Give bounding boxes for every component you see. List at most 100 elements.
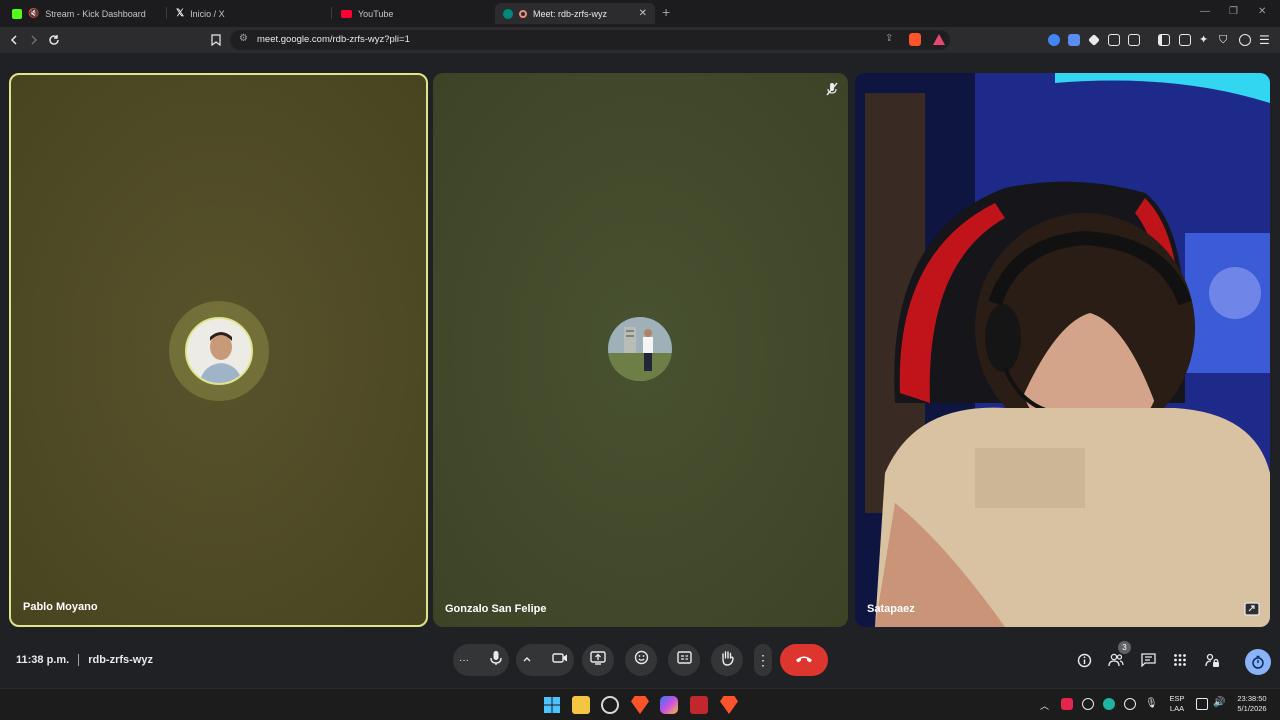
tab-divider — [331, 7, 332, 19]
brave-shields-icon[interactable] — [909, 33, 921, 46]
tab-label: Stream - Kick Dashboard — [45, 8, 146, 19]
microphone-control-group: ··· — [453, 644, 509, 676]
brave-nightly-icon[interactable] — [720, 696, 738, 714]
tray-app-icon[interactable] — [1103, 698, 1115, 710]
tab-label: Meet: rdb-zrfs-wyz — [533, 8, 608, 19]
present-screen-button[interactable] — [582, 644, 614, 676]
leave-call-button[interactable] — [780, 644, 828, 676]
windows-taskbar: ︿ 🎙 ESP LAA 🔊 23:38:50 5/1/2026 — [0, 688, 1280, 720]
meet-favicon-icon — [503, 8, 513, 19]
address-bar[interactable]: ⚙ meet.google.com/rdb-zrfs-wyz?pli=1 ⇪ — [230, 30, 950, 50]
reload-icon[interactable] — [46, 32, 62, 48]
maximize-window-icon[interactable]: ❐ — [1229, 6, 1238, 17]
people-icon — [1108, 653, 1124, 667]
hand-icon — [720, 650, 735, 671]
participant-tile-satapaez[interactable]: Satapaez — [855, 73, 1270, 627]
picture-in-picture-icon[interactable] — [1244, 601, 1260, 617]
profile-icon[interactable] — [1239, 34, 1251, 46]
windows-start-icon[interactable] — [543, 696, 561, 714]
app-icon[interactable] — [601, 696, 619, 714]
more-options-button[interactable]: ⋮ — [754, 644, 772, 676]
microphone-icon[interactable] — [489, 650, 503, 671]
url-text: meet.google.com/rdb-zrfs-wyz?pli=1 — [257, 34, 410, 45]
participant-count-badge: 3 — [1118, 641, 1131, 654]
captions-icon — [676, 651, 692, 669]
chat-button[interactable] — [1139, 651, 1157, 669]
back-arrow-icon[interactable] — [6, 32, 22, 48]
present-screen-icon — [590, 650, 606, 670]
recording-indicator-icon — [519, 9, 527, 18]
muted-audio-icon: 🔇 — [28, 8, 40, 18]
hang-up-icon — [795, 651, 813, 669]
translate-extension-icon[interactable] — [1068, 34, 1080, 46]
participant-name: Satapaez — [867, 603, 915, 615]
system-clock[interactable]: 23:38:50 5/1/2026 — [1230, 694, 1274, 714]
tray-obs-icon[interactable] — [1082, 698, 1094, 710]
meeting-code[interactable]: rdb-zrfs-wyz — [88, 654, 153, 666]
vpn-shield-icon[interactable]: ⛉ — [1219, 34, 1231, 46]
tab-youtube[interactable]: YouTube — [333, 3, 493, 24]
site-settings-icon[interactable]: ⚙ — [239, 33, 248, 44]
tab-x[interactable]: 𝕏 Inicio / X — [168, 3, 328, 24]
companion-timer-button[interactable] — [1245, 649, 1271, 675]
puzzle-extensions-icon[interactable] — [1108, 34, 1120, 46]
avatar — [185, 317, 253, 385]
chat-icon — [1140, 653, 1156, 667]
file-explorer-icon[interactable] — [572, 696, 590, 714]
camera-icon[interactable] — [552, 651, 568, 669]
tab-meet[interactable]: Meet: rdb-zrfs-wyz ✕ — [495, 3, 655, 24]
lock-person-icon — [1204, 653, 1219, 667]
participant-name: Gonzalo San Felipe — [445, 603, 547, 615]
raise-hand-button[interactable] — [711, 644, 743, 676]
muted-mic-icon — [824, 81, 840, 97]
tray-sync-icon[interactable] — [1124, 698, 1136, 710]
participant-tile-pablo[interactable]: Pablo Moyano — [9, 73, 428, 627]
menu-icon[interactable]: ☰ — [1259, 34, 1271, 46]
host-controls-button[interactable] — [1203, 651, 1221, 669]
reactions-button[interactable] — [625, 644, 657, 676]
language-indicator[interactable]: ESP LAA — [1165, 694, 1189, 714]
streaming-app-icon[interactable] — [690, 696, 708, 714]
tray-app-icon[interactable] — [1061, 698, 1073, 710]
copilot-icon[interactable] — [660, 696, 678, 714]
meeting-time: 11:38 p.m. — [16, 654, 70, 666]
participant-video — [855, 73, 1270, 627]
activities-button[interactable] — [1171, 651, 1189, 669]
forward-arrow-icon[interactable] — [26, 32, 42, 48]
avatar — [608, 317, 672, 381]
emoji-icon — [634, 650, 649, 670]
bookmark-icon[interactable] — [208, 32, 224, 48]
tray-overflow-chevron-icon[interactable]: ︿ — [1040, 699, 1049, 712]
volume-icon[interactable]: 🔊 — [1213, 697, 1225, 709]
tray-microphone-icon[interactable]: 🎙 — [1145, 698, 1158, 710]
captions-button[interactable] — [668, 644, 700, 676]
network-icon[interactable] — [1196, 698, 1208, 710]
camera-control-group — [516, 644, 574, 676]
new-tab-button[interactable]: + — [662, 4, 670, 20]
meeting-details-button[interactable] — [1075, 651, 1093, 669]
language-code: ESP — [1169, 694, 1185, 703]
extension-icon[interactable] — [1048, 34, 1060, 46]
tab-divider — [166, 7, 167, 19]
brave-browser-icon[interactable] — [631, 696, 649, 714]
youtube-favicon-icon — [341, 9, 352, 18]
tab-kick-dashboard[interactable]: 🔇 Stream - Kick Dashboard — [4, 3, 164, 24]
close-window-icon[interactable]: ✕ — [1258, 6, 1266, 17]
share-icon[interactable]: ⇪ — [885, 33, 893, 44]
audio-options-icon[interactable]: ··· — [459, 655, 469, 666]
chevron-up-icon[interactable] — [522, 651, 532, 669]
meeting-info: 11:38 p.m. rdb-zrfs-wyz — [16, 654, 153, 666]
x-logo-icon: 𝕏 — [176, 8, 185, 19]
close-tab-icon[interactable]: ✕ — [639, 8, 647, 19]
participant-tile-gonzalo[interactable]: Gonzalo San Felipe — [433, 73, 848, 627]
minimize-window-icon[interactable]: — — [1200, 6, 1210, 17]
screenshot-icon[interactable] — [1128, 34, 1140, 46]
diamond-extension-icon[interactable] — [1088, 34, 1100, 46]
clock-time: 23:38:50 — [1237, 694, 1267, 703]
leo-ai-icon[interactable]: ✦ — [1199, 34, 1211, 46]
wallet-icon[interactable] — [1179, 34, 1191, 46]
keyboard-layout: LAA — [1169, 704, 1185, 713]
clock-date: 5/1/2026 — [1237, 704, 1267, 713]
brave-rewards-icon[interactable] — [933, 34, 945, 45]
sidebar-toggle-icon[interactable] — [1158, 34, 1170, 46]
